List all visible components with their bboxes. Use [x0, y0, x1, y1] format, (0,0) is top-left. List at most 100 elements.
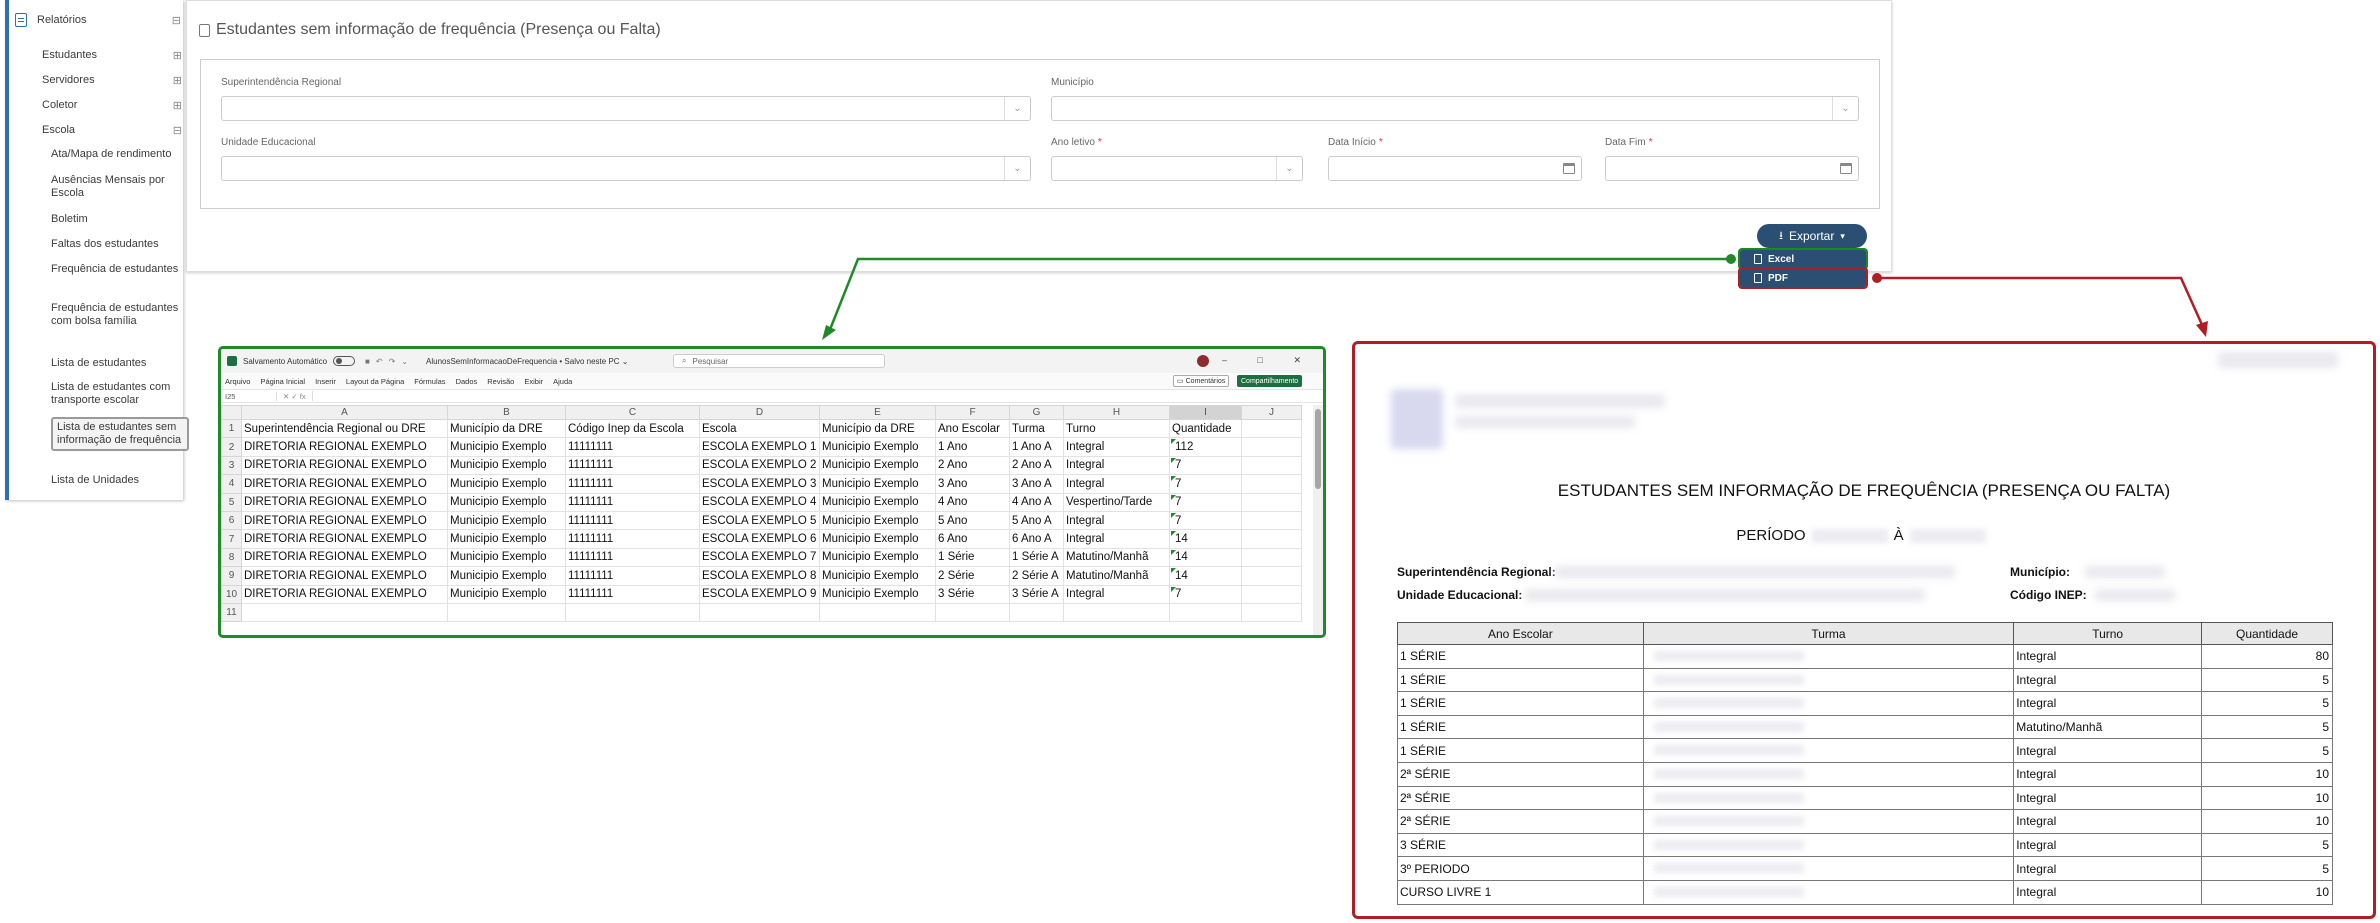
cell[interactable]	[935, 603, 1010, 623]
collapse-icon[interactable]: ⊟	[172, 14, 181, 27]
sidebar-subitem-transporte[interactable]: Lista de estudantes com transporte escol…	[51, 381, 183, 407]
cell[interactable]: 11111111	[565, 548, 700, 568]
cell[interactable]: DIRETORIA REGIONAL EXEMPLO	[241, 566, 448, 586]
expand-icon[interactable]: ⊞	[173, 74, 182, 87]
expand-icon[interactable]: ⊞	[173, 49, 182, 62]
cell[interactable]: Integral	[1063, 456, 1170, 476]
cell[interactable]: 7	[1169, 474, 1242, 494]
cell[interactable]: Código Inep da Escola	[565, 419, 700, 439]
cell[interactable]: 7	[1169, 493, 1242, 512]
data-inicio-input[interactable]	[1328, 156, 1582, 181]
cell[interactable]: 7	[1169, 511, 1242, 531]
cell[interactable]: 11111111	[565, 474, 700, 494]
cell[interactable]: Integral	[1063, 474, 1170, 494]
sidebar-subitem-frequencia[interactable]: Frequência de estudantes	[51, 263, 183, 276]
column-header[interactable]: F	[935, 405, 1010, 420]
cell[interactable]: 11111111	[565, 493, 700, 512]
cell[interactable]: 6 Ano A	[1009, 529, 1064, 549]
cell[interactable]: Municipio Exemplo	[447, 456, 566, 476]
cell[interactable]	[1169, 603, 1242, 623]
tab-pagina-inicial[interactable]: Página Inicial	[260, 377, 305, 386]
cell[interactable]	[1241, 419, 1302, 439]
tab-dados[interactable]: Dados	[456, 377, 478, 386]
cell[interactable]: 1 Série	[935, 548, 1010, 568]
cell[interactable]: Integral	[1063, 437, 1170, 457]
cell[interactable]: 1 Ano	[935, 437, 1010, 457]
cell[interactable]	[1009, 603, 1064, 623]
expand-icon[interactable]: ⊞	[173, 99, 182, 112]
cell[interactable]: ESCOLA EXEMPLO 7	[699, 548, 820, 568]
cell[interactable]: Vespertino/Tarde	[1063, 493, 1170, 512]
sidebar-item-escola[interactable]: Escola ⊟	[42, 121, 182, 139]
cell[interactable]: DIRETORIA REGIONAL EXEMPLO	[241, 529, 448, 549]
cell[interactable]: 4 Ano	[935, 493, 1010, 512]
collapse-icon[interactable]: ⊟	[173, 124, 182, 137]
window-controls[interactable]: – □ ✕	[1222, 355, 1315, 366]
cell[interactable]	[1241, 511, 1302, 531]
cell[interactable]: Municipio Exemplo	[447, 529, 566, 549]
cell[interactable]: DIRETORIA REGIONAL EXEMPLO	[241, 548, 448, 568]
column-header[interactable]: G	[1009, 405, 1064, 420]
cell[interactable]: DIRETORIA REGIONAL EXEMPLO	[241, 456, 448, 476]
cell[interactable]: Municipio Exemplo	[819, 437, 936, 457]
cell[interactable]: Turno	[1063, 419, 1170, 439]
cell[interactable]: Municipio Exemplo	[819, 493, 936, 512]
cell[interactable]: Integral	[1063, 529, 1170, 549]
cell[interactable]: 11111111	[565, 529, 700, 549]
row-number[interactable]: 6	[221, 510, 242, 531]
cell[interactable]: Municipio Exemplo	[819, 456, 936, 476]
cell[interactable]: Municipio Exemplo	[819, 585, 936, 604]
cell[interactable]: 14	[1169, 566, 1242, 586]
row-number[interactable]: 4	[221, 474, 242, 494]
cell[interactable]: ESCOLA EXEMPLO 1	[699, 437, 820, 457]
select-all-corner[interactable]	[221, 405, 242, 420]
cell[interactable]: DIRETORIA REGIONAL EXEMPLO	[241, 474, 448, 494]
cell[interactable]	[241, 603, 448, 623]
cell[interactable]: Matutino/Manhã	[1063, 548, 1170, 568]
sidebar-item-relatorios[interactable]: Relatórios ⊟	[15, 10, 181, 30]
sidebar-subitem-lista-estudantes[interactable]: Lista de estudantes	[51, 357, 183, 370]
tab-inserir[interactable]: Inserir	[315, 377, 336, 386]
row-number[interactable]: 3	[221, 455, 242, 476]
cell[interactable]: 1 Ano A	[1009, 437, 1064, 457]
cell[interactable]: Quantidade	[1169, 419, 1242, 439]
cell[interactable]: 3 Série A	[1009, 585, 1064, 604]
cell[interactable]: 2 Série A	[1009, 566, 1064, 586]
cell[interactable]: Ano Escolar	[935, 419, 1010, 439]
fx-icon[interactable]: ✕ ✓ fx	[277, 392, 312, 401]
row-number[interactable]: 5	[221, 492, 242, 512]
tab-exibir[interactable]: Exibir	[524, 377, 543, 386]
cell[interactable]: 11111111	[565, 585, 700, 604]
cell[interactable]: 11111111	[565, 566, 700, 586]
column-header[interactable]: E	[819, 405, 936, 420]
cell[interactable]	[1241, 493, 1302, 512]
cell[interactable]: Municipio Exemplo	[819, 529, 936, 549]
sidebar-subitem-unidades[interactable]: Lista de Unidades	[51, 474, 183, 487]
column-header[interactable]: A	[241, 405, 448, 420]
cell[interactable]	[1241, 585, 1302, 604]
sidebar-subitem-ausencias[interactable]: Ausências Mensais por Escola	[51, 174, 183, 200]
cell[interactable]	[1241, 437, 1302, 457]
cell[interactable]: Municipio Exemplo	[447, 437, 566, 457]
row-number[interactable]: 7	[221, 529, 242, 549]
cell[interactable]: Escola	[699, 419, 820, 439]
autosave-toggle[interactable]	[333, 356, 356, 366]
excel-search-input[interactable]: ⌕ Pesquisar	[673, 354, 885, 368]
cell[interactable]: 3 Série	[935, 585, 1010, 604]
calendar-icon[interactable]	[1840, 163, 1852, 174]
cell[interactable]: Município da DRE	[819, 419, 936, 439]
export-button[interactable]: ⭳ Exportar ▾	[1757, 224, 1867, 248]
cell[interactable]	[1241, 529, 1302, 549]
comments-button[interactable]: ▭ Comentários	[1173, 375, 1230, 387]
cell[interactable]: 14	[1169, 529, 1242, 549]
cell[interactable]	[1241, 548, 1302, 568]
cell[interactable]: Municipio Exemplo	[819, 548, 936, 568]
cell[interactable]: ESCOLA EXEMPLO 8	[699, 566, 820, 586]
cell[interactable]: DIRETORIA REGIONAL EXEMPLO	[241, 511, 448, 531]
column-header[interactable]: C	[565, 405, 700, 420]
row-number[interactable]: 11	[221, 602, 242, 623]
share-button[interactable]: Compartilhamento	[1237, 375, 1303, 387]
cell[interactable]: DIRETORIA REGIONAL EXEMPLO	[241, 585, 448, 604]
sidebar-item-coletor[interactable]: Coletor ⊞	[42, 96, 182, 114]
cell[interactable]: 112	[1169, 437, 1242, 457]
